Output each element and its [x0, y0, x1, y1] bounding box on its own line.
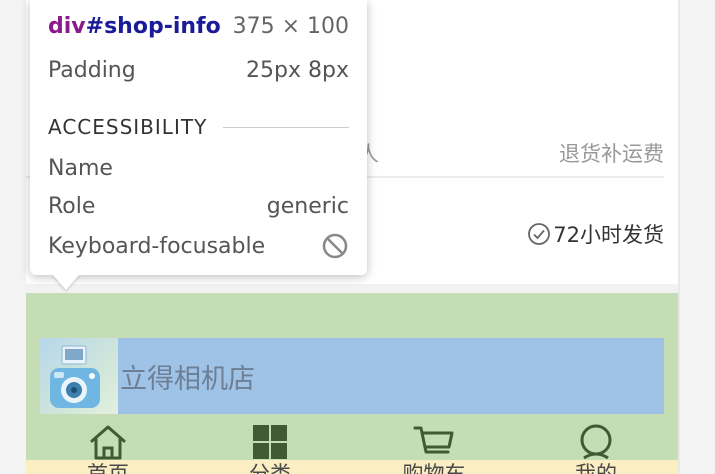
- element-tag: div: [48, 14, 86, 39]
- accessibility-section: ACCESSIBILITY: [48, 115, 349, 139]
- tooltip-arrow: [52, 274, 80, 290]
- keyboard-focusable-row: Keyboard-focusable: [48, 232, 349, 260]
- padding-label: Padding: [48, 58, 136, 83]
- shop-info[interactable]: 立得相机店: [40, 338, 664, 414]
- check-circle-icon: [528, 223, 551, 245]
- padding-row: Padding 25px 8px: [48, 58, 349, 83]
- tab-home-label: 首页: [87, 462, 129, 474]
- shop-name: 立得相机店: [120, 363, 255, 395]
- section-divider: [223, 126, 349, 128]
- not-allowed-icon: [322, 233, 348, 259]
- tab-cart-label: 购物车: [402, 462, 466, 474]
- home-icon: [90, 425, 126, 460]
- tab-category[interactable]: 分类: [230, 424, 310, 474]
- viewport-edge: [678, 0, 680, 474]
- tab-profile-label: 我的: [575, 462, 617, 474]
- keyboard-focusable-label: Keyboard-focusable: [48, 233, 266, 259]
- camera-icon: [50, 345, 100, 408]
- shipping-text: 72小时发货: [553, 223, 664, 247]
- role-label: Role: [48, 194, 96, 219]
- role-value: generic: [266, 194, 349, 219]
- name-row: Name: [48, 156, 349, 181]
- tab-cart[interactable]: 购物车: [394, 424, 474, 474]
- element-dimensions: 375 × 100: [232, 14, 349, 39]
- element-selector: div#shop-info: [48, 14, 221, 39]
- shipping-promise: 72小时发货: [527, 219, 664, 249]
- tab-home[interactable]: 首页: [68, 424, 148, 474]
- user-icon: [580, 424, 612, 460]
- inspect-tooltip: div#shop-info 375 × 100 Padding 25px 8px…: [30, 0, 367, 275]
- element-id: #shop-info: [85, 14, 221, 39]
- return-shipping-label: 退货补运费: [559, 142, 664, 166]
- name-label: Name: [48, 156, 113, 181]
- tooltip-header: div#shop-info 375 × 100: [48, 14, 349, 39]
- accessibility-title: ACCESSIBILITY: [48, 115, 208, 139]
- cart-icon: [413, 426, 454, 454]
- tab-profile[interactable]: 我的: [556, 424, 636, 474]
- tab-category-label: 分类: [249, 462, 291, 474]
- section-gap: [26, 284, 678, 293]
- shop-avatar: [40, 338, 118, 414]
- role-row: Role generic: [48, 194, 349, 219]
- grid-icon: [253, 425, 287, 459]
- padding-value: 25px 8px: [246, 58, 349, 83]
